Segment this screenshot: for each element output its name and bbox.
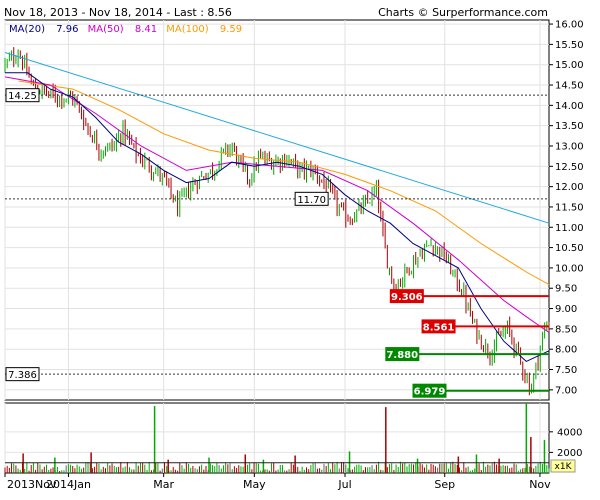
- svg-text:MA(20) 7.96 MA(50): MA(20) 7.96 MA(50) 8.41 MA(100) 9.59: [9, 24, 242, 35]
- price-tick-label-14: 14.00: [555, 101, 584, 112]
- x-tick-label-2: Mar: [153, 478, 174, 491]
- legend-ma20-label: MA(20): [9, 24, 45, 35]
- price-tick-label-10: 12.00: [555, 182, 584, 193]
- price-tick-label-16: 15.00: [555, 60, 584, 71]
- level-label-1: 11.70: [297, 195, 326, 206]
- volume-tick-label-0: 2000: [557, 448, 582, 459]
- price-tick-label-9: 11.50: [555, 202, 584, 213]
- level-label-3: 8.561: [423, 322, 455, 333]
- price-tick-label-2: 8.00: [555, 345, 577, 356]
- price-tick-label-4: 9.00: [555, 304, 577, 315]
- volume-tick-label-1: 4000: [557, 427, 582, 438]
- x-tick-label-5: Sep: [434, 478, 455, 491]
- price-tick-label-13: 13.50: [555, 121, 584, 132]
- price-panel: [4, 19, 550, 401]
- x-tick-label-1: 2014Jan: [46, 478, 91, 491]
- date-range-title: Nov 18, 2013 - Nov 18, 2014 - Last : 8.5…: [4, 6, 232, 19]
- chart-credit: Charts © Surperformance.com: [378, 6, 548, 19]
- legend-ma100-label: MA(100): [166, 24, 208, 35]
- legend-ma20-value: 7.96: [56, 24, 78, 35]
- price-tick-label-7: 10.50: [555, 243, 584, 254]
- time-x-axis: 2013Nov2014Jan Mar May Jul Sep Nov: [4, 473, 551, 491]
- level-label-4: 7.880: [386, 350, 418, 361]
- price-y-axis: 7.00 7.50 8.00 8.50 9.00 9.50 10.00 10.50 11.00 1…: [549, 20, 584, 396]
- price-tick-label-11: 12.50: [555, 162, 584, 173]
- x-tick-label-3: May: [243, 478, 266, 491]
- price-tick-label-15: 14.50: [555, 81, 584, 92]
- ma-legend: MA(20) 7.96 MA(50) 8.41 MA(100) 9.59: [9, 24, 242, 35]
- price-tick-label-8: 11.00: [555, 223, 584, 234]
- volume-unit-label: x1K: [555, 462, 573, 472]
- level-label-6: 6.979: [414, 387, 446, 398]
- price-tick-label-17: 15.50: [555, 40, 584, 51]
- x-tick-label-4: Jul: [337, 478, 351, 491]
- price-tick-label-0: 7.00: [555, 385, 577, 396]
- volume-y-axis: 2000 4000 x1K: [549, 427, 582, 473]
- price-tick-label-3: 8.50: [555, 324, 577, 335]
- legend-ma50-value: 8.41: [135, 24, 157, 35]
- price-tick-label-1: 7.50: [555, 365, 577, 376]
- x-tick-label-6: Nov: [529, 478, 551, 491]
- legend-ma100-value: 9.59: [220, 24, 242, 35]
- price-tick-label-5: 9.50: [555, 284, 577, 295]
- level-label-5: 7.386: [8, 370, 37, 381]
- price-tick-label-6: 10.00: [555, 263, 584, 274]
- stock-chart: Nov 18, 2013 - Nov 18, 2014 - Last : 8.5…: [4, 6, 584, 491]
- legend-ma50-label: MA(50): [88, 24, 124, 35]
- price-tick-label-18: 16.00: [555, 20, 584, 31]
- price-tick-label-12: 13.00: [555, 141, 584, 152]
- level-label-0: 14.25: [8, 91, 37, 102]
- level-label-2: 9.306: [391, 292, 423, 303]
